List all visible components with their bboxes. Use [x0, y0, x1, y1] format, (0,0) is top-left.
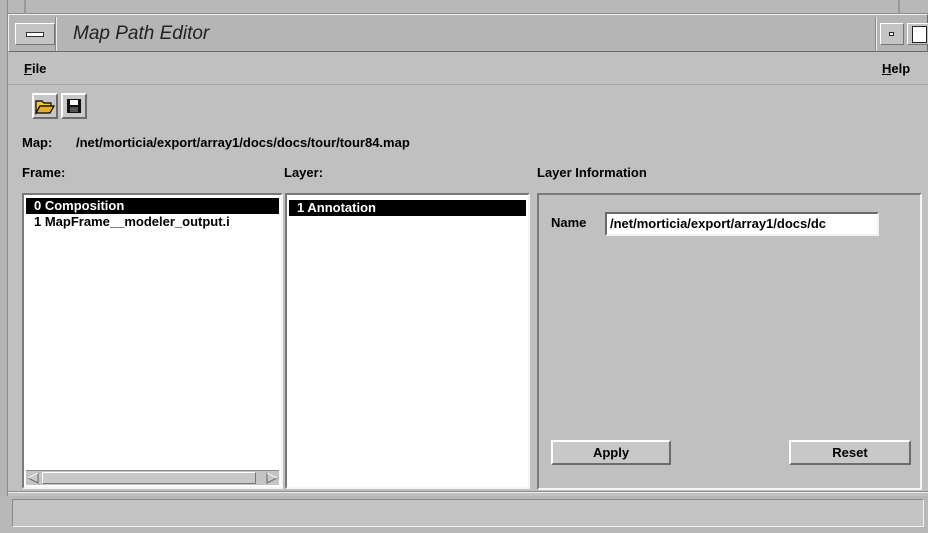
save-button[interactable]	[61, 93, 87, 119]
map-path: /net/morticia/export/array1/docs/docs/to…	[76, 135, 410, 150]
frame-list[interactable]: 0 Composition 1 MapFrame__modeler_output…	[22, 193, 283, 489]
menu-help-label: elp	[891, 61, 911, 76]
scrollbar-thumb[interactable]	[42, 472, 256, 484]
window-menu-icon	[26, 32, 44, 37]
window-left-border	[0, 0, 8, 533]
frame-list-item[interactable]: 1 MapFrame__modeler_output.i	[26, 214, 279, 230]
window-title: Map Path Editor	[73, 23, 210, 44]
layer-information-label: Layer Information	[537, 165, 647, 180]
map-label: Map:	[22, 135, 53, 150]
open-folder-icon	[34, 100, 56, 116]
menu-bar: File Help	[8, 53, 928, 85]
minimize-icon	[889, 32, 894, 36]
maximize-icon	[912, 26, 927, 43]
title-separator	[875, 17, 877, 51]
window-top-border	[0, 0, 928, 14]
open-button[interactable]	[32, 93, 58, 119]
frame-label: Frame:	[22, 165, 66, 180]
title-separator	[55, 17, 57, 51]
statusbar-separator	[8, 491, 928, 493]
layer-information-panel: Name /net/morticia/export/array1/docs/dc…	[537, 193, 922, 490]
window-menu-button[interactable]	[15, 23, 55, 45]
scroll-left-arrow-icon[interactable]	[26, 471, 40, 485]
status-bar	[12, 499, 924, 527]
apply-button[interactable]: Apply	[551, 440, 671, 465]
layer-list-item[interactable]: 1 Annotation	[289, 200, 526, 216]
menu-help-mnemonic: H	[882, 61, 892, 76]
title-bar[interactable]: Map Path Editor	[8, 14, 928, 52]
scroll-right-arrow-icon[interactable]	[265, 471, 279, 485]
floppy-disk-icon	[67, 99, 81, 113]
menu-help[interactable]: Help	[882, 61, 910, 76]
layer-label: Layer:	[284, 165, 324, 180]
name-field[interactable]: /net/morticia/export/array1/docs/dc	[605, 212, 879, 236]
window-border-tick	[24, 0, 26, 14]
layer-list[interactable]: 1 Annotation	[285, 193, 530, 489]
frame-list-item[interactable]: 0 Composition	[26, 198, 279, 214]
name-label: Name	[551, 215, 587, 230]
menu-file-label: ile	[31, 61, 47, 76]
minimize-button[interactable]	[880, 23, 904, 45]
menu-file-mnemonic: F	[24, 61, 32, 76]
menu-file[interactable]: File	[24, 61, 46, 76]
reset-button[interactable]: Reset	[789, 440, 911, 465]
maximize-button[interactable]	[907, 23, 928, 45]
frame-list-scrollbar[interactable]	[26, 470, 279, 485]
window-border-tick	[898, 0, 900, 14]
